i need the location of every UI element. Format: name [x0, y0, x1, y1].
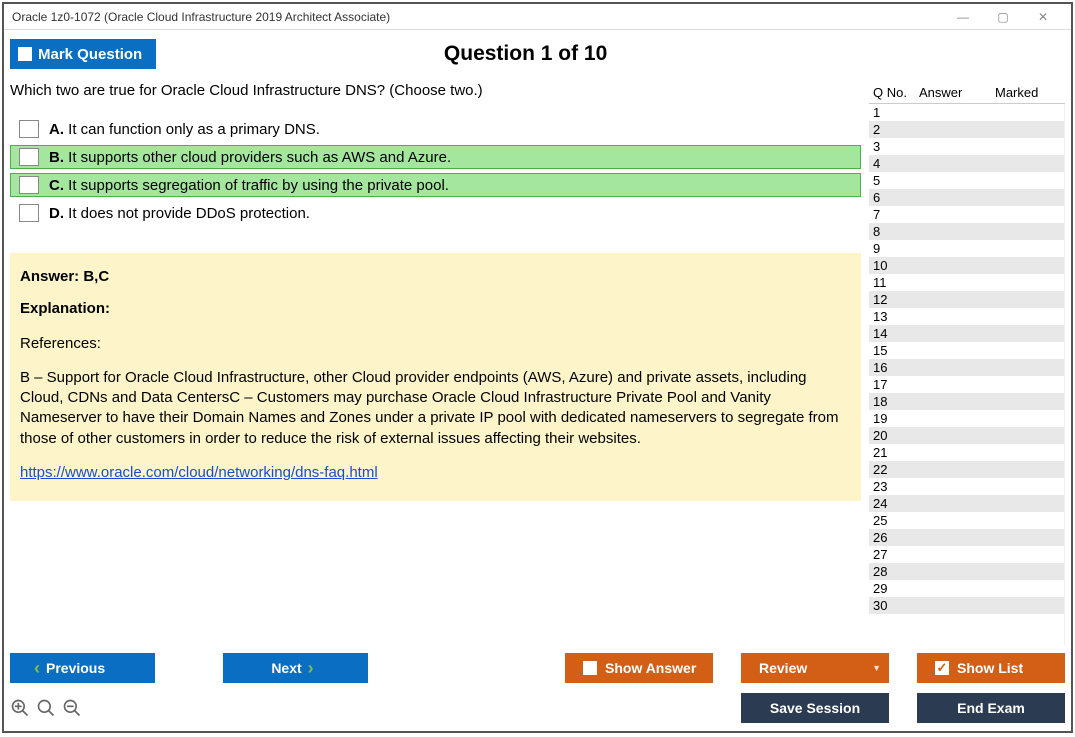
question-list-row[interactable]: 20: [869, 427, 1064, 444]
option-checkbox[interactable]: [19, 176, 39, 194]
question-list-row[interactable]: 6: [869, 189, 1064, 206]
header-answer: Answer: [919, 85, 995, 100]
question-counter: Question 1 of 10: [156, 42, 895, 66]
mark-question-label: Mark Question: [38, 46, 142, 63]
close-button[interactable]: ✕: [1023, 6, 1063, 28]
question-list-row[interactable]: 28: [869, 563, 1064, 580]
save-session-button[interactable]: Save Session: [741, 693, 889, 723]
explanation-heading: Explanation:: [20, 299, 851, 319]
show-list-button[interactable]: ✓ Show List: [917, 653, 1065, 683]
option-checkbox[interactable]: [19, 120, 39, 138]
question-list-row[interactable]: 12: [869, 291, 1064, 308]
question-list-row[interactable]: 26: [869, 529, 1064, 546]
option-label: C. It supports segregation of traffic by…: [49, 177, 449, 194]
question-list-row[interactable]: 8: [869, 223, 1064, 240]
dropdown-arrow-icon: ▼: [872, 663, 881, 673]
mark-question-button[interactable]: Mark Question: [10, 39, 156, 69]
question-text: Which two are true for Oracle Cloud Infr…: [10, 82, 861, 99]
window-title: Oracle 1z0-1072 (Oracle Cloud Infrastruc…: [12, 10, 943, 24]
show-answer-button[interactable]: Show Answer: [565, 653, 713, 683]
review-dropdown[interactable]: Review ▼: [741, 653, 889, 683]
option-checkbox[interactable]: [19, 204, 39, 222]
question-list-header: Q No. Answer Marked: [869, 82, 1065, 104]
question-list-row[interactable]: 14: [869, 325, 1064, 342]
question-list-row[interactable]: 11: [869, 274, 1064, 291]
minimize-button[interactable]: —: [943, 6, 983, 28]
header-marked: Marked: [995, 85, 1051, 100]
question-list-row[interactable]: 23: [869, 478, 1064, 495]
checkbox-icon: [583, 661, 597, 675]
maximize-button[interactable]: ▢: [983, 6, 1023, 28]
zoom-out-button[interactable]: [62, 698, 82, 718]
question-list-row[interactable]: 17: [869, 376, 1064, 393]
question-list-row[interactable]: 4: [869, 155, 1064, 172]
question-list-row[interactable]: 24: [869, 495, 1064, 512]
option-label: B. It supports other cloud providers suc…: [49, 149, 451, 166]
option-A[interactable]: A. It can function only as a primary DNS…: [10, 117, 861, 141]
question-list-row[interactable]: 2: [869, 121, 1064, 138]
question-list[interactable]: 1234567891011121314151617181920212223242…: [869, 104, 1065, 645]
zoom-reset-button[interactable]: [36, 698, 56, 718]
title-bar: Oracle 1z0-1072 (Oracle Cloud Infrastruc…: [4, 4, 1071, 30]
checkbox-icon: [18, 47, 32, 61]
option-C[interactable]: C. It supports segregation of traffic by…: [10, 173, 861, 197]
next-button[interactable]: Next ›: [223, 653, 368, 683]
question-list-row[interactable]: 9: [869, 240, 1064, 257]
option-B[interactable]: B. It supports other cloud providers suc…: [10, 145, 861, 169]
question-list-row[interactable]: 27: [869, 546, 1064, 563]
zoom-in-button[interactable]: [10, 698, 30, 718]
header-qno: Q No.: [869, 85, 919, 100]
question-list-row[interactable]: 1: [869, 104, 1064, 121]
references-label: References:: [20, 334, 851, 354]
previous-button[interactable]: ‹ Previous: [10, 653, 155, 683]
option-label: A. It can function only as a primary DNS…: [49, 121, 320, 138]
explanation-body: B – Support for Oracle Cloud Infrastruct…: [20, 368, 851, 449]
question-list-row[interactable]: 21: [869, 444, 1064, 461]
question-list-row[interactable]: 19: [869, 410, 1064, 427]
question-list-row[interactable]: 5: [869, 172, 1064, 189]
answer-label: Answer: B,C: [20, 267, 851, 287]
chevron-left-icon: ‹: [34, 658, 40, 679]
option-label: D. It does not provide DDoS protection.: [49, 205, 310, 222]
question-list-row[interactable]: 3: [869, 138, 1064, 155]
question-list-row[interactable]: 7: [869, 206, 1064, 223]
question-list-row[interactable]: 10: [869, 257, 1064, 274]
options-list: A. It can function only as a primary DNS…: [10, 117, 861, 225]
explanation-box: Answer: B,C Explanation: References: B –…: [10, 253, 861, 501]
reference-link[interactable]: https://www.oracle.com/cloud/networking/…: [20, 464, 378, 481]
question-list-row[interactable]: 15: [869, 342, 1064, 359]
option-D[interactable]: D. It does not provide DDoS protection.: [10, 201, 861, 225]
question-list-row[interactable]: 22: [869, 461, 1064, 478]
question-list-row[interactable]: 16: [869, 359, 1064, 376]
question-list-row[interactable]: 25: [869, 512, 1064, 529]
question-list-row[interactable]: 29: [869, 580, 1064, 597]
end-exam-button[interactable]: End Exam: [917, 693, 1065, 723]
chevron-right-icon: ›: [308, 658, 314, 679]
option-checkbox[interactable]: [19, 148, 39, 166]
question-list-row[interactable]: 18: [869, 393, 1064, 410]
question-list-row[interactable]: 13: [869, 308, 1064, 325]
question-list-row[interactable]: 30: [869, 597, 1064, 614]
checked-box-icon: ✓: [935, 661, 949, 675]
